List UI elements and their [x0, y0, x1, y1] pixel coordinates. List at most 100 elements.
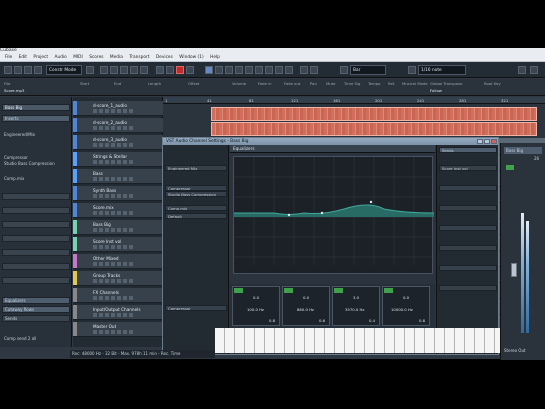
band-2-gain[interactable]: 0.0	[303, 295, 309, 300]
band-3-gain[interactable]: 3.0	[353, 295, 359, 300]
window-layout-button[interactable]	[530, 66, 538, 74]
inspector-sends[interactable]: Sends	[2, 315, 70, 322]
inspector-inserts[interactable]: Inserts	[2, 115, 70, 122]
equalizer-curve-display[interactable]	[233, 156, 435, 274]
track-row[interactable]: Bass Big	[73, 220, 163, 235]
band-2-freq[interactable]: 860.0 Hz	[297, 307, 314, 312]
eq-band-1[interactable]: 0.0 100.0 Hz 0.8	[232, 286, 280, 326]
menu-media[interactable]: Media	[110, 54, 123, 61]
track-row[interactable]: FX Channels	[73, 288, 163, 303]
info-value-global-transpose[interactable]: Follow	[430, 88, 442, 93]
track-control-buttons[interactable]	[93, 211, 133, 215]
inspector-equalizers[interactable]: Equalizers	[2, 297, 70, 304]
play-button[interactable]	[140, 66, 148, 74]
metronome-button[interactable]	[156, 66, 164, 74]
record-button[interactable]	[176, 66, 184, 74]
track-control-buttons[interactable]	[93, 245, 133, 249]
track-control-buttons[interactable]	[93, 262, 133, 266]
menu-devices[interactable]: Devices	[156, 54, 173, 61]
menu-audio[interactable]: Audio	[55, 54, 67, 61]
band-3-q[interactable]: 0.4	[369, 318, 375, 323]
channel-output[interactable]: Stereo Out	[504, 348, 526, 353]
color-button[interactable]	[518, 66, 526, 74]
snap-zero-button[interactable]	[310, 66, 318, 74]
channel-strip-name[interactable]: Bass Big	[504, 147, 542, 154]
click-button[interactable]	[166, 66, 174, 74]
maximize-icon[interactable]	[484, 139, 490, 144]
track-control-buttons[interactable]	[93, 194, 133, 198]
menu-project[interactable]: Project	[33, 54, 48, 61]
loop-button[interactable]	[186, 66, 194, 74]
band-1-freq[interactable]: 100.0 Hz	[247, 307, 264, 312]
band-1-q[interactable]: 0.8	[269, 318, 275, 323]
track-control-buttons[interactable]	[93, 143, 133, 147]
object-select-tool[interactable]	[205, 66, 213, 74]
menu-file[interactable]: File	[5, 54, 12, 61]
inspector-slot[interactable]	[2, 277, 70, 284]
track-row[interactable]: Bass	[73, 169, 163, 184]
track-row[interactable]: d-score_3_audio	[73, 135, 163, 150]
track-control-buttons[interactable]	[93, 126, 133, 130]
close-icon[interactable]	[491, 139, 497, 144]
band-4-q[interactable]: 0.8	[419, 318, 425, 323]
inspector-slot[interactable]	[2, 193, 70, 200]
volume-fader-handle[interactable]	[511, 263, 517, 277]
grid-type-field[interactable]: Bar	[350, 65, 386, 75]
eq-band-2[interactable]: 0.0 860.0 Hz 0.6	[282, 286, 330, 326]
menu-help[interactable]: Help	[210, 54, 220, 61]
inspector-slot[interactable]	[2, 249, 70, 256]
track-control-buttons[interactable]	[93, 160, 133, 164]
band-4-gain[interactable]: 0.0	[403, 295, 409, 300]
track-row[interactable]: Other Mixed	[73, 254, 163, 269]
rewind-button[interactable]	[100, 66, 108, 74]
cycle-button[interactable]	[120, 66, 128, 74]
track-control-buttons[interactable]	[93, 177, 133, 181]
track-row[interactable]: d-score_2_audio	[73, 118, 163, 133]
audio-part[interactable]	[211, 122, 537, 136]
quantize-field[interactable]: 1/16 note	[418, 65, 466, 75]
insert-slot-3[interactable]: Studio Bass Compression	[165, 191, 227, 197]
eq-band-4[interactable]: 0.0 10000.0 Hz 0.8	[382, 286, 430, 326]
channel-strip-value[interactable]: 26	[534, 156, 539, 161]
track-row[interactable]: Group Tracks	[73, 271, 163, 286]
band-3-on-button[interactable]	[334, 288, 343, 293]
draw-tool[interactable]	[275, 66, 283, 74]
track-control-buttons[interactable]	[93, 313, 133, 317]
track-row[interactable]: Input/Output Channels	[73, 305, 163, 320]
send-slot-7[interactable]	[439, 285, 497, 291]
inspector-slot[interactable]	[2, 235, 70, 242]
send-slot-3[interactable]	[439, 205, 497, 211]
sends-header[interactable]: Sends	[439, 147, 497, 153]
menu-edit[interactable]: Edit	[19, 54, 27, 61]
send-slot-6[interactable]	[439, 265, 497, 271]
send-slot-4[interactable]	[439, 225, 497, 231]
channel-on-button[interactable]	[506, 165, 514, 170]
insert-slot-4[interactable]: Comp.mix	[165, 205, 227, 211]
track-row[interactable]: d-score_1_audio	[73, 101, 163, 116]
band-3-freq[interactable]: 3570.0 Hz	[345, 307, 364, 312]
track-row[interactable]: Score Inst vol	[73, 237, 163, 252]
band-1-gain[interactable]: 0.0	[253, 295, 259, 300]
insert-slot-1[interactable]: Engineered Mix	[165, 165, 227, 171]
menu-scores[interactable]: Scores	[89, 54, 103, 61]
minimize-icon[interactable]	[477, 139, 483, 144]
menu-window[interactable]: Window (1)	[179, 54, 203, 61]
send-slot-5[interactable]	[439, 245, 497, 251]
play-tool[interactable]	[285, 66, 293, 74]
band-4-on-button[interactable]	[384, 288, 393, 293]
info-value-file[interactable]: Score.mp3	[4, 88, 24, 93]
zoom-tool[interactable]	[255, 66, 263, 74]
range-tool[interactable]	[215, 66, 223, 74]
channel-settings-title[interactable]: VST Audio Channel Settings - Bass Big	[163, 138, 498, 145]
inspector-slot[interactable]	[2, 263, 70, 270]
inspector-track-header[interactable]: Bass Big	[2, 104, 70, 111]
band-2-on-button[interactable]	[284, 288, 293, 293]
split-tool[interactable]	[225, 66, 233, 74]
track-control-buttons[interactable]	[93, 279, 133, 283]
track-control-buttons[interactable]	[93, 296, 133, 300]
band-4-freq[interactable]: 10000.0 Hz	[391, 307, 413, 312]
track-control-buttons[interactable]	[93, 330, 133, 334]
inspector-slot[interactable]	[2, 221, 70, 228]
redo-button[interactable]	[24, 66, 32, 74]
event-display[interactable]	[163, 104, 545, 138]
